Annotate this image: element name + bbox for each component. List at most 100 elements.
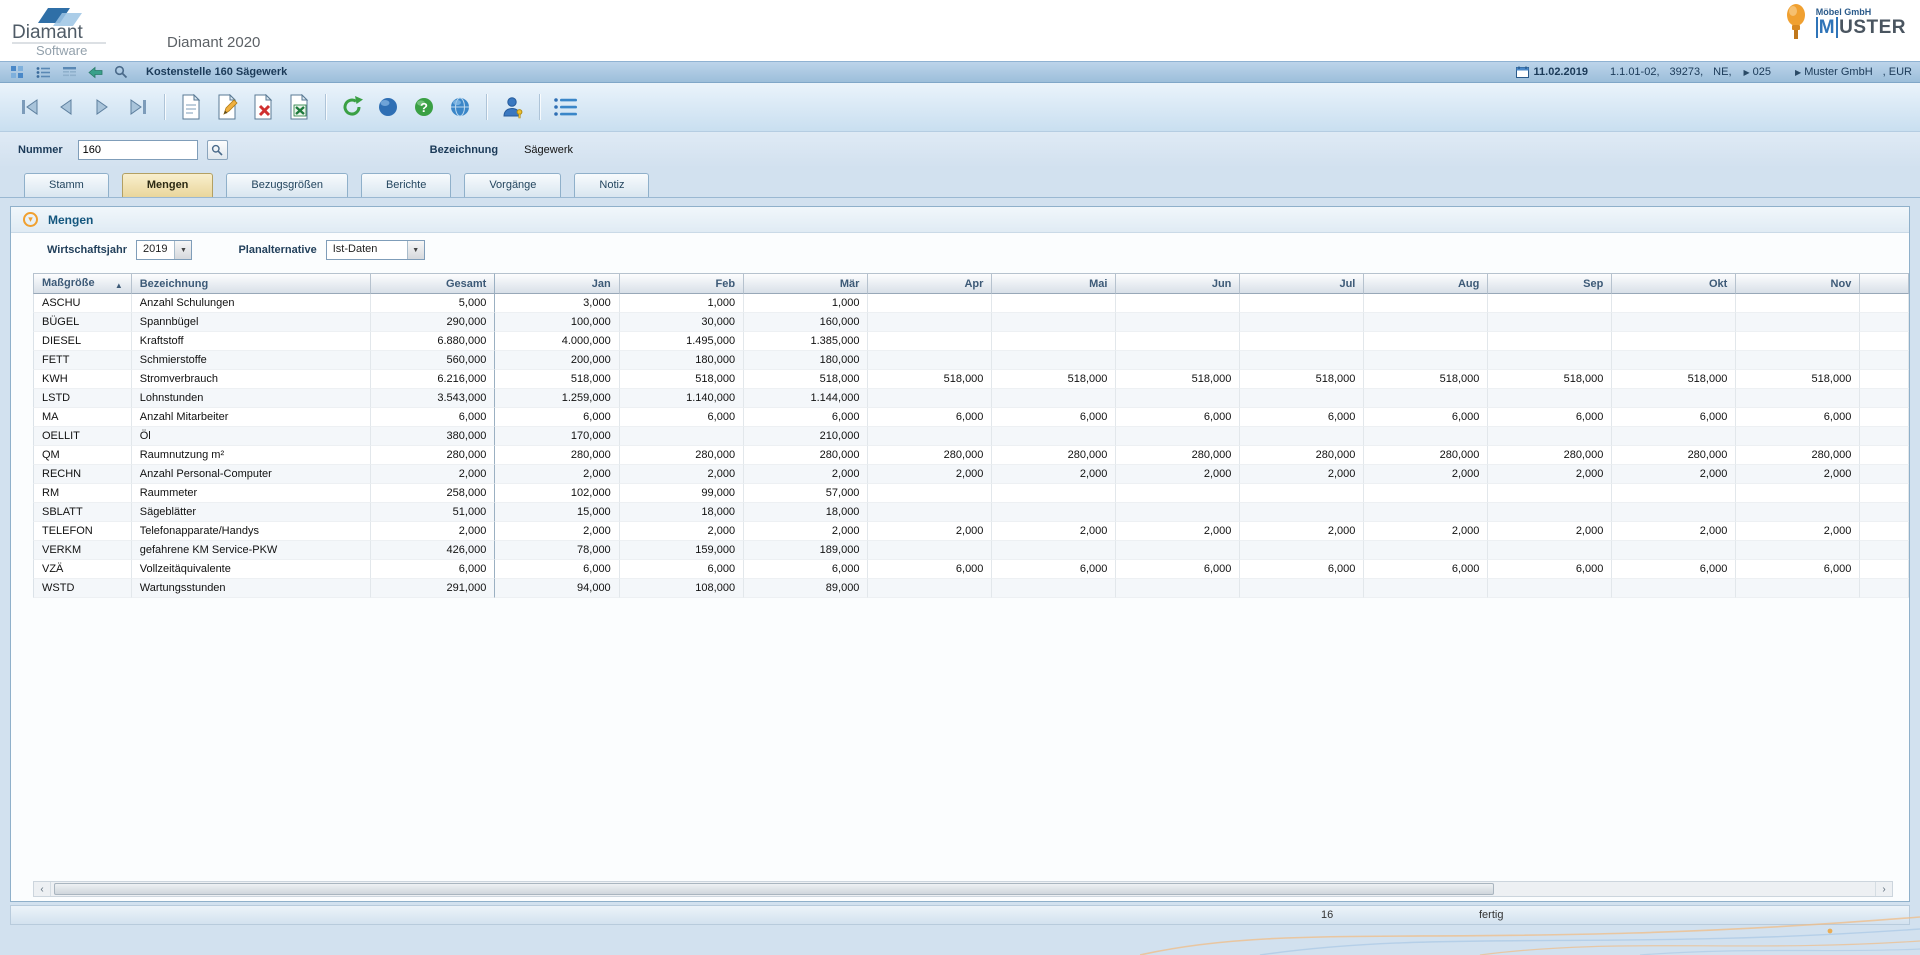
app-title: Diamant 2020 [167, 34, 261, 51]
col-header-jun[interactable]: Jun [1116, 273, 1241, 294]
map-watermark [1140, 916, 1920, 955]
new-record-button[interactable] [175, 91, 207, 123]
tab-notiz[interactable]: Notiz [574, 173, 650, 197]
table-row[interactable]: RECHN Anzahl Personal-Computer 2,000 2,000 2… [33, 465, 1909, 484]
delete-record-button[interactable] [247, 91, 279, 123]
scroll-left-icon[interactable]: ‹ [34, 882, 51, 896]
col-header-okt[interactable]: Okt [1612, 273, 1737, 294]
table-row[interactable]: FETT Schmierstoffe 560,000 200,000 180,000 18… [33, 351, 1909, 370]
section-header: ▾ Mengen [11, 207, 1909, 233]
col-header-maßgröße[interactable]: Maßgröße ▲ [33, 273, 132, 294]
bezeichnung-label: Bezeichnung [429, 144, 499, 156]
currency-label: , EUR [1882, 66, 1912, 78]
dropdown-arrow-icon[interactable]: ▼ [174, 241, 192, 259]
menu-icon[interactable] [550, 91, 582, 123]
table-row[interactable]: RM Raummeter 258,000 102,000 99,000 57,000 [33, 484, 1909, 503]
table-row[interactable]: QM Raumnutzung m² 280,000 280,000 280,000 280… [33, 446, 1909, 465]
customer-name-large: M USTER [1815, 16, 1906, 38]
table-row[interactable]: BÜGEL Spannbügel 290,000 100,000 30,000 160,0… [33, 313, 1909, 332]
col-header-jan[interactable]: Jan [495, 273, 620, 294]
bezeichnung-value: Sägewerk [524, 144, 573, 156]
table-row[interactable]: VERKM gefahrene KM Service-PKW 426,000 78,0… [33, 541, 1909, 560]
excel-export-button[interactable] [283, 91, 315, 123]
table-row[interactable]: MA Anzahl Mitarbeiter 6,000 6,000 6,000 6,000… [33, 408, 1909, 427]
col-header-mai[interactable]: Mai [992, 273, 1117, 294]
nummer-label: Nummer [18, 144, 63, 156]
scrollbar-thumb[interactable] [54, 883, 1494, 895]
detail-view-icon[interactable] [60, 64, 78, 80]
table-row[interactable]: TELEFON Telefonapparate/Handys 2,000 2,000 2… [33, 522, 1909, 541]
top-header: Diamant Software Diamant 2020 Möbel GmbH… [0, 0, 1920, 61]
help-icon[interactable]: ? [408, 91, 440, 123]
col-header-nov[interactable]: Nov [1736, 273, 1861, 294]
search-icon[interactable] [112, 64, 130, 80]
session-number: 39273, [1669, 66, 1704, 78]
toolbar-separator [486, 94, 487, 120]
wirtschaftsjahr-label: Wirtschaftsjahr [47, 244, 127, 256]
site-code[interactable]: 025 [1753, 66, 1771, 78]
main-toolbar: ? [0, 83, 1920, 132]
customer-logo: Möbel GmbH M USTER [1783, 3, 1906, 43]
quantities-table: Maßgröße ▲ Bezeichnung Gesamt Jan Feb Mär Apr Ma… [33, 273, 1909, 598]
table-row[interactable]: LSTD Lohnstunden 3.543,000 1.259,000 1.140,0… [33, 389, 1909, 408]
planalternative-select[interactable]: Ist-Daten ▼ [325, 240, 425, 260]
table-row[interactable]: KWH Stromverbrauch 6.216,000 518,000 518,000… [33, 370, 1909, 389]
dropdown-arrow-icon[interactable]: ▼ [406, 241, 424, 259]
tab-berichte[interactable]: Berichte [360, 173, 452, 197]
col-header-mär[interactable]: Mär [744, 273, 869, 294]
table-row[interactable]: VZÄ Vollzeitäquivalente 6,000 6,000 6,000 6,0… [33, 560, 1909, 579]
apps-grid-icon[interactable] [8, 64, 26, 80]
database-icon[interactable] [372, 91, 404, 123]
company-name[interactable]: Muster GmbH [1804, 66, 1872, 78]
record-header-row: Nummer Bezeichnung Sägewerk [0, 132, 1920, 168]
list-view-icon[interactable] [34, 64, 52, 80]
back-nav-icon[interactable] [86, 64, 104, 80]
col-header-sep[interactable]: Sep [1488, 273, 1613, 294]
nummer-input[interactable] [77, 140, 198, 160]
lamp-icon [1786, 4, 1805, 39]
table-row[interactable]: WSTD Wartungsstunden 291,000 94,000 108,000 8… [33, 579, 1909, 598]
svg-text:?: ? [420, 100, 428, 115]
planalternative-value: Ist-Daten [332, 243, 378, 255]
col-header-aug[interactable]: Aug [1364, 273, 1489, 294]
user-permissions-icon[interactable] [497, 91, 529, 123]
col-header-filler [1860, 273, 1909, 294]
edit-record-button[interactable] [211, 91, 243, 123]
filter-row: Wirtschaftsjahr 2019 ▼ Planalternative I… [11, 233, 1909, 267]
col-header-gesamt[interactable]: Gesamt [370, 273, 496, 294]
table-row[interactable]: SBLATT Sägeblätter 51,000 15,000 18,000 18,00… [33, 503, 1909, 522]
table-header-row: Maßgröße ▲ Bezeichnung Gesamt Jan Feb Mär Apr Ma… [33, 273, 1909, 294]
tab-vorgänge[interactable]: Vorgänge [464, 173, 562, 197]
wirtschaftsjahr-select[interactable]: 2019 ▼ [135, 240, 193, 260]
col-header-bezeichnung[interactable]: Bezeichnung [131, 273, 371, 294]
tab-mengen[interactable]: Mengen [121, 173, 214, 197]
first-record-button[interactable] [14, 91, 46, 123]
col-header-apr[interactable]: Apr [868, 273, 993, 294]
table-row[interactable]: DIESEL Kraftstoff 6.880,000 4.000,000 1.495,… [33, 332, 1909, 351]
previous-record-button[interactable] [50, 91, 82, 123]
tab-stamm[interactable]: Stamm [24, 173, 109, 197]
footer [0, 916, 1920, 955]
toolbar-separator [325, 94, 326, 120]
section-title: Mengen [48, 212, 94, 227]
col-header-feb[interactable]: Feb [619, 273, 745, 294]
last-record-button[interactable] [122, 91, 154, 123]
horizontal-scrollbar[interactable]: ‹ › [33, 881, 1893, 897]
wirtschaftsjahr-value: 2019 [142, 243, 168, 255]
table-row[interactable]: OELLIT Öl 380,000 170,000 210,000 [33, 427, 1909, 446]
tab-bezugsgrößen[interactable]: Bezugsgrößen [226, 173, 348, 197]
col-header-jul[interactable]: Jul [1240, 273, 1365, 294]
toolbar-separator [164, 94, 165, 120]
lookup-button[interactable] [206, 140, 228, 160]
refresh-icon[interactable] [336, 91, 368, 123]
table-row[interactable]: ASCHU Anzahl Schulungen 5,000 3,000 1,000 1,0… [33, 294, 1909, 313]
calendar-icon [1515, 66, 1529, 78]
diamant-logo: Diamant Software [10, 5, 160, 60]
tabs: Stamm Mengen Bezugsgrößen Berichte Vorgänge N… [0, 168, 1920, 198]
globe-icon[interactable] [444, 91, 476, 123]
collapse-chevron-icon[interactable]: ▾ [23, 212, 38, 227]
scroll-right-icon[interactable]: › [1875, 882, 1892, 896]
toolbar-separator [539, 94, 540, 120]
next-record-button[interactable] [86, 91, 118, 123]
system-date: 11.02.2019 [1533, 66, 1588, 78]
